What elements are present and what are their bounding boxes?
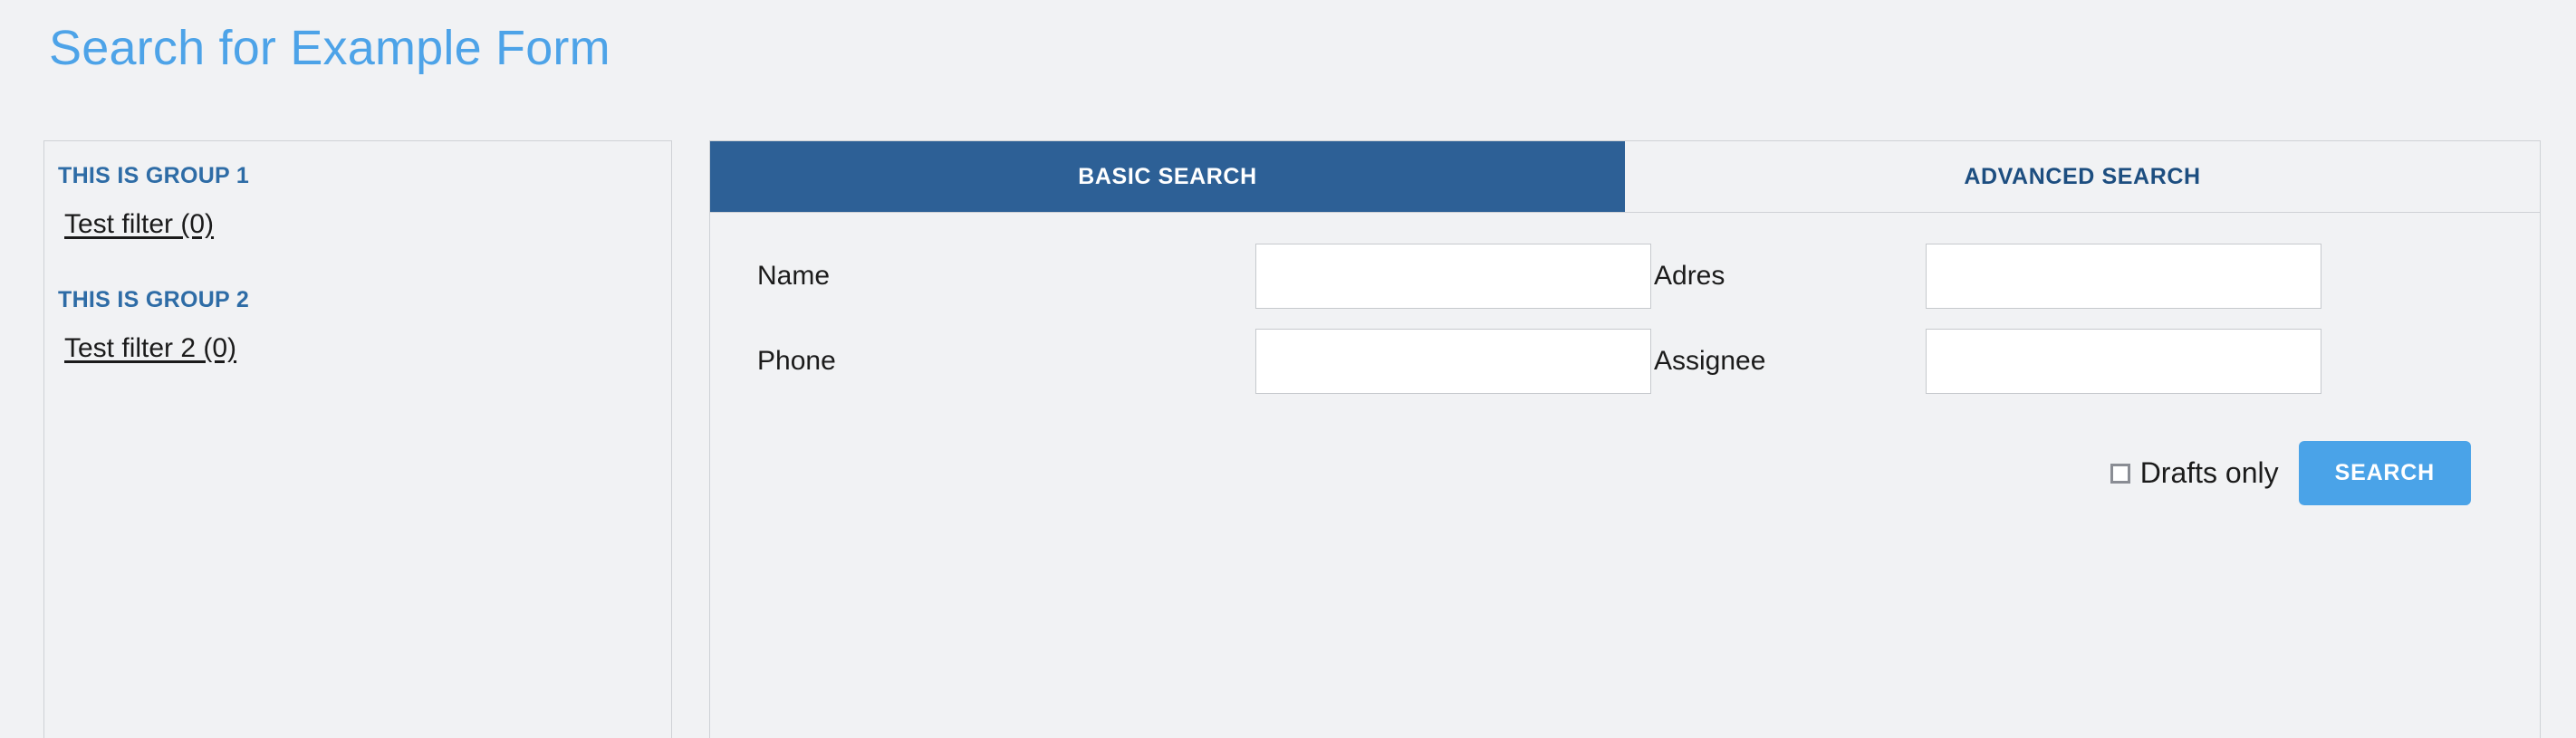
page-title: Search for Example Form: [49, 21, 610, 75]
tab-advanced-search[interactable]: ADVANCED SEARCH: [1625, 141, 2540, 212]
search-button[interactable]: SEARCH: [2298, 441, 2471, 505]
drafts-only-label: Drafts only: [2139, 456, 2279, 489]
label-adres: Adres: [1654, 261, 1725, 291]
phone-input[interactable]: [1255, 329, 1651, 394]
filter-group-heading: THIS IS GROUP 2: [58, 287, 250, 312]
tab-basic-search[interactable]: BASIC SEARCH: [710, 141, 1625, 212]
basic-search-form: Name Adres Phone Assignee Drafts only SE…: [710, 213, 2540, 505]
sidebar-filter-link-test-filter-2[interactable]: Test filter 2 (0): [64, 333, 236, 364]
name-input[interactable]: [1255, 244, 1651, 309]
label-name: Name: [757, 261, 831, 291]
label-assignee: Assignee: [1654, 346, 1766, 376]
adres-input[interactable]: [1926, 244, 2321, 309]
search-actions: Drafts only SEARCH: [757, 441, 2505, 505]
filter-group-heading: THIS IS GROUP 1: [58, 163, 250, 188]
drafts-only-checkbox[interactable]: Drafts only: [2110, 456, 2279, 490]
search-panel: BASIC SEARCH ADVANCED SEARCH Name Adres …: [709, 140, 2541, 738]
filters-sidebar: THIS IS GROUP 1 Test filter (0) THIS IS …: [43, 140, 672, 738]
search-tabs: BASIC SEARCH ADVANCED SEARCH: [710, 141, 2540, 213]
filter-group-1: THIS IS GROUP 1 Test filter (0): [44, 163, 671, 254]
assignee-input[interactable]: [1926, 329, 2321, 394]
sidebar-filter-link-test-filter[interactable]: Test filter (0): [64, 209, 214, 240]
label-phone: Phone: [757, 346, 836, 376]
checkbox-box-icon[interactable]: [2110, 463, 2130, 484]
filter-group-2: THIS IS GROUP 2 Test filter 2 (0): [44, 287, 671, 379]
search-field-grid: Name Adres Phone Assignee: [757, 244, 2505, 394]
